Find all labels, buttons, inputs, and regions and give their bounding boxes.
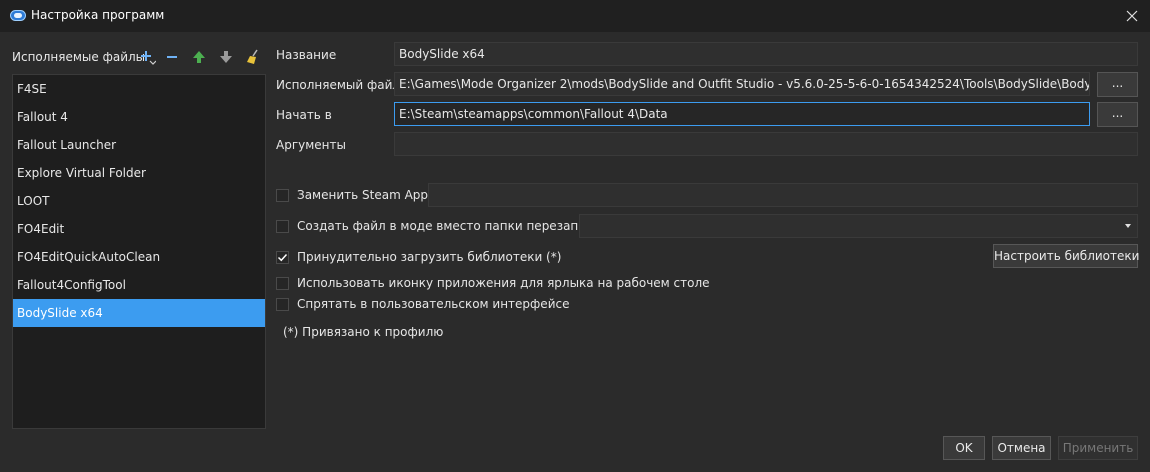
force-libs-label: Принудительно загрузить библиотеки (*) bbox=[297, 250, 562, 264]
start-in-field[interactable]: E:\Steam\steamapps\common\Fallout 4\Data bbox=[394, 102, 1090, 126]
title-bar: Настройка программ bbox=[0, 0, 1150, 32]
list-item-selected[interactable]: BodySlide x64 bbox=[13, 299, 265, 327]
executables-toolbar: Исполняемые файлы bbox=[12, 49, 268, 67]
close-button[interactable] bbox=[1114, 0, 1150, 32]
chevron-down-icon bbox=[1125, 224, 1131, 228]
checkmark-icon bbox=[277, 253, 288, 261]
list-item[interactable]: LOOT bbox=[13, 187, 265, 215]
list-item[interactable]: Explore Virtual Folder bbox=[13, 159, 265, 187]
create-file-row[interactable]: Создать файл в моде вместо папки перезап… bbox=[276, 218, 620, 234]
list-item[interactable]: F4SE bbox=[13, 75, 265, 103]
create-file-label: Создать файл в моде вместо папки перезап… bbox=[297, 219, 620, 233]
window-title: Настройка программ bbox=[31, 8, 165, 22]
list-item[interactable]: FO4Edit bbox=[13, 215, 265, 243]
ok-button[interactable]: OK bbox=[943, 436, 985, 460]
use-icon-checkbox[interactable] bbox=[276, 276, 289, 290]
hide-ui-label: Спрятать в пользовательском интерфейсе bbox=[297, 297, 570, 311]
use-icon-label: Использовать иконку приложения для ярлык… bbox=[297, 276, 710, 290]
steam-appid-label: Заменить Steam AppID bbox=[297, 188, 441, 202]
move-up-icon[interactable] bbox=[191, 49, 207, 65]
remove-icon[interactable] bbox=[164, 49, 180, 65]
force-libs-row[interactable]: Принудительно загрузить библиотеки (*) bbox=[276, 249, 561, 265]
create-file-checkbox[interactable] bbox=[276, 219, 289, 233]
browse-start-in-button[interactable]: ... bbox=[1097, 102, 1138, 127]
list-item[interactable]: Fallout 4 bbox=[13, 103, 265, 131]
list-item[interactable]: FO4EditQuickAutoClean bbox=[13, 243, 265, 271]
hide-ui-row[interactable]: Спрятать в пользовательском интерфейсе bbox=[276, 296, 569, 312]
name-field[interactable]: BodySlide x64 bbox=[394, 42, 1138, 66]
close-icon bbox=[1126, 10, 1138, 22]
apply-button[interactable]: Применить bbox=[1058, 436, 1138, 460]
force-libs-checkbox[interactable] bbox=[276, 250, 289, 264]
list-item[interactable]: Fallout Launcher bbox=[13, 131, 265, 159]
browse-binary-button[interactable]: ... bbox=[1097, 72, 1138, 97]
hide-ui-checkbox[interactable] bbox=[276, 297, 289, 311]
steam-appid-checkbox[interactable] bbox=[276, 188, 289, 202]
add-icon[interactable] bbox=[140, 49, 156, 65]
steam-appid-row[interactable]: Заменить Steam AppID bbox=[276, 187, 441, 203]
app-icon bbox=[10, 10, 26, 21]
dialog-body: Исполняемые файлы F4SE Fallout 4 Fallout… bbox=[0, 32, 1150, 472]
executables-list[interactable]: F4SE Fallout 4 Fallout Launcher Explore … bbox=[12, 74, 266, 429]
move-down-icon[interactable] bbox=[218, 49, 234, 65]
list-item[interactable]: Fallout4ConfigTool bbox=[13, 271, 265, 299]
broom-icon[interactable] bbox=[246, 49, 262, 65]
cancel-button[interactable]: Отмена bbox=[992, 436, 1051, 460]
name-label: Название bbox=[276, 48, 337, 62]
steam-appid-field[interactable] bbox=[428, 183, 1138, 207]
binary-label: Исполняемый файл bbox=[276, 78, 401, 92]
start-in-label: Начать в bbox=[276, 108, 332, 122]
profile-note: (*) Привязано к профилю bbox=[283, 325, 444, 339]
executables-label: Исполняемые файлы bbox=[12, 50, 146, 64]
use-icon-row[interactable]: Использовать иконку приложения для ярлык… bbox=[276, 275, 710, 291]
arguments-label: Аргументы bbox=[276, 138, 346, 152]
binary-field[interactable]: E:\Games\Mode Organizer 2\mods\BodySlide… bbox=[394, 72, 1090, 96]
create-file-dropdown[interactable] bbox=[579, 214, 1138, 238]
configure-libraries-button[interactable]: Настроить библиотеки bbox=[993, 244, 1139, 268]
arguments-field[interactable] bbox=[394, 132, 1138, 156]
